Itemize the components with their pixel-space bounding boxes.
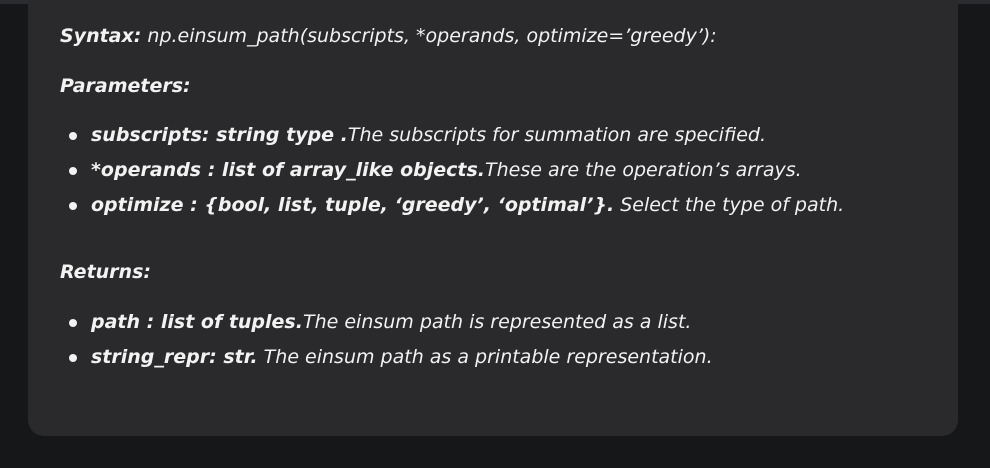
parameters-heading: Parameters: — [60, 75, 191, 97]
returns-list: path : list of tuples.The einsum path is… — [60, 310, 713, 380]
syntax-label: Syntax: — [60, 25, 142, 47]
returns-heading: Returns: — [60, 261, 151, 283]
bullet-dot-icon — [69, 167, 77, 175]
bullet-dot-icon — [69, 202, 77, 210]
param-term: *operands : list of array_like objects. — [91, 159, 485, 181]
bullet-dot-icon — [69, 132, 77, 140]
param-description: The subscripts for summation are specifi… — [347, 124, 766, 146]
param-term: optimize : {bool, list, tuple, ‘greedy’,… — [91, 194, 615, 216]
param-description: These are the operation’s arrays. — [485, 159, 802, 181]
return-term: string_repr: str. — [91, 346, 258, 368]
list-item: *operands : list of array_like objects.T… — [60, 158, 844, 193]
bullet-dot-icon — [69, 319, 77, 327]
return-description: The einsum path as a printable represent… — [257, 346, 713, 368]
return-description: The einsum path is represented as a list… — [302, 311, 692, 333]
param-description: Select the type of path. — [614, 194, 845, 216]
syntax-line: Syntax: np.einsum_path(subscripts, *oper… — [60, 24, 717, 48]
parameters-list: subscripts: string type .The subscripts … — [60, 123, 844, 228]
list-item: string_repr: str. The einsum path as a p… — [60, 345, 713, 380]
content-card: Syntax: np.einsum_path(subscripts, *oper… — [28, 0, 958, 436]
list-item: optimize : {bool, list, tuple, ‘greedy’,… — [60, 193, 844, 228]
bullet-dot-icon — [69, 354, 77, 362]
syntax-signature: np.einsum_path(subscripts, *operands, op… — [141, 25, 717, 47]
param-term: subscripts: string type . — [91, 124, 348, 146]
list-item: path : list of tuples.The einsum path is… — [60, 310, 713, 345]
list-item: subscripts: string type .The subscripts … — [60, 123, 844, 158]
return-term: path : list of tuples. — [91, 311, 303, 333]
